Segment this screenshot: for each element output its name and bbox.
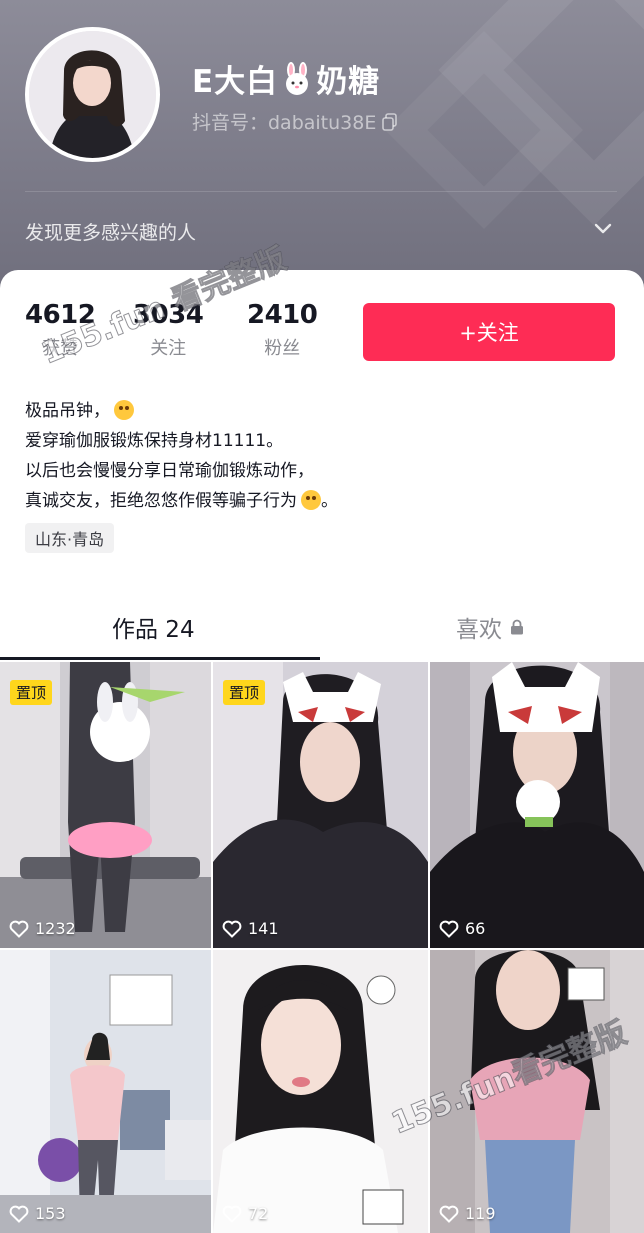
profile-name-part1: E大白: [192, 64, 279, 100]
video-like-count: 1232: [9, 919, 76, 938]
douyin-id-text: 抖音号：dabaitu38E: [192, 112, 377, 134]
follow-button[interactable]: +关注: [363, 303, 615, 361]
avatar[interactable]: [25, 27, 160, 162]
video-like-count-text: 119: [465, 1204, 496, 1223]
tab-likes[interactable]: 喜欢: [456, 610, 524, 644]
pinned-badge: 置顶: [223, 680, 266, 705]
bio-line: 真诚交友，拒绝忽悠作假等骗子行为 。: [25, 486, 338, 516]
video-like-count-text: 153: [35, 1204, 66, 1223]
avatar-photo: [29, 31, 156, 158]
bio-line-text: 真诚交友，拒绝忽悠作假等骗子行为: [25, 491, 297, 511]
video-like-count: 66: [439, 919, 485, 938]
bio-line: 爱穿瑜伽服锻炼保持身材11111。: [25, 431, 284, 451]
pinned-badge: 置顶: [10, 680, 53, 705]
bio-line-text: 极品吊钟，: [25, 401, 110, 421]
bio-line-end: 。: [321, 491, 338, 511]
bio-line: 以后也会慢慢分享日常瑜伽锻炼动作，: [25, 461, 314, 481]
video-like-count-text: 1232: [35, 919, 76, 938]
lock-icon: [511, 619, 523, 635]
video-tile[interactable]: 66: [430, 662, 644, 948]
video-tile[interactable]: 置顶 141: [213, 662, 428, 948]
heart-icon: [439, 920, 459, 938]
active-tab-indicator: [0, 657, 320, 660]
location-tag[interactable]: 山东·青岛: [25, 523, 115, 553]
video-tile[interactable]: 153: [0, 950, 211, 1233]
chevron-down-icon[interactable]: [594, 222, 612, 236]
heart-icon: [9, 1205, 29, 1223]
heart-icon: [9, 920, 29, 938]
profile-header: E大白 奶糖 抖音号：dabaitu38E 发现更多感兴趣的人: [0, 0, 644, 300]
video-like-count-text: 66: [465, 919, 486, 938]
video-like-count: 72: [222, 1204, 268, 1223]
tab-works[interactable]: 作品 24: [112, 610, 195, 644]
profile-name: E大白 奶糖: [192, 56, 380, 101]
video-like-count-text: 141: [248, 919, 279, 938]
copy-icon[interactable]: [382, 112, 398, 131]
video-thumbnail: [213, 950, 428, 1233]
heart-icon: [439, 1205, 459, 1223]
video-like-count: 153: [9, 1204, 66, 1223]
video-like-count: 141: [222, 919, 279, 938]
video-tile[interactable]: 置顶 1232: [0, 662, 211, 948]
heart-icon: [222, 920, 242, 938]
kiss-emoji-icon: [301, 490, 321, 510]
stat-followers-value: 2410: [247, 300, 318, 330]
rabbit-emoji-icon: [286, 61, 309, 95]
stat-followers[interactable]: 2410 粉丝: [247, 300, 318, 360]
stat-following-label: 关注: [150, 338, 187, 359]
heart-icon: [222, 1205, 242, 1223]
tab-likes-label: 喜欢: [456, 617, 502, 643]
video-like-count: 119: [439, 1204, 496, 1223]
laughing-emoji-icon: [114, 400, 134, 420]
video-like-count-text: 72: [248, 1204, 269, 1223]
bio-line: 极品吊钟，: [25, 396, 338, 426]
video-thumbnail: [430, 662, 644, 948]
video-tile[interactable]: 72: [213, 950, 428, 1233]
douyin-id[interactable]: 抖音号：dabaitu38E: [192, 108, 398, 135]
header-divider: [25, 191, 617, 192]
profile-name-part2: 奶糖: [316, 64, 381, 100]
video-thumbnail: [0, 950, 211, 1233]
bio: 极品吊钟， 爱穿瑜伽服锻炼保持身材11111。 以后也会慢慢分享日常瑜伽锻炼动作…: [25, 396, 338, 516]
discover-more-people[interactable]: 发现更多感兴趣的人: [25, 218, 196, 245]
stat-followers-label: 粉丝: [264, 338, 301, 359]
